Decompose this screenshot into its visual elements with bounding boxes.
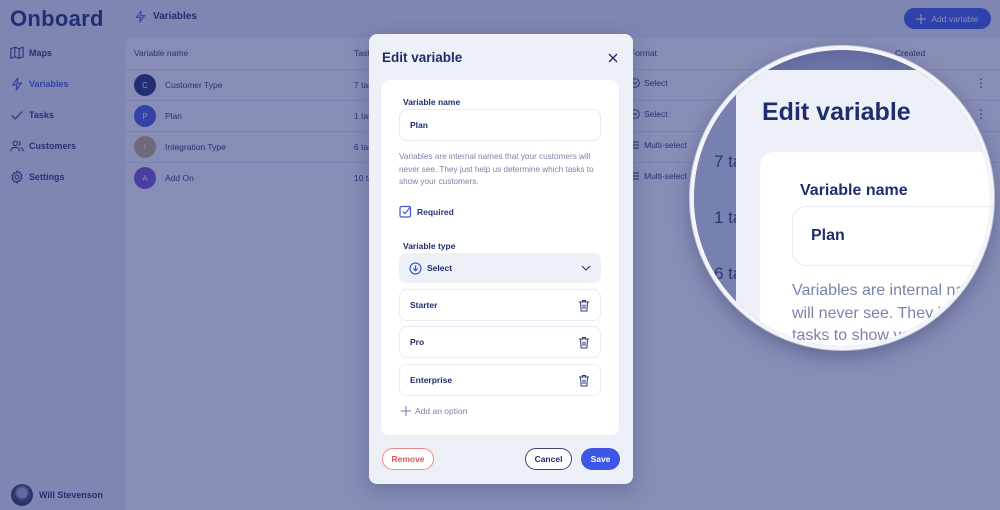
remove-button[interactable]: Remove [382, 448, 434, 470]
trash-icon[interactable] [578, 299, 590, 312]
modal-card: Variable name Plan Variables are interna… [381, 80, 619, 435]
magnified-help: Variables are internal na will never see… [792, 280, 990, 346]
option-item[interactable]: Pro [399, 326, 601, 358]
add-option-button[interactable]: Add an option [401, 406, 467, 416]
magnified-help-line: will never see. They j [792, 304, 942, 322]
required-label: Required [417, 206, 454, 217]
magnified-input: Plan [792, 206, 990, 266]
option-label: Pro [410, 337, 425, 347]
help-text: Variables are internal names that your c… [399, 152, 594, 186]
variable-type-label: Variable type [403, 241, 456, 251]
edit-variable-modal: Edit variable Variable name Plan Variabl… [369, 34, 633, 484]
magnified-help-line: Variables are internal na [792, 282, 965, 299]
trash-icon[interactable] [578, 374, 590, 387]
plus-icon [401, 406, 411, 416]
cancel-button[interactable]: Cancel [525, 448, 572, 470]
modal-title: Edit variable [382, 50, 463, 65]
close-icon[interactable] [607, 52, 619, 64]
variable-type-select[interactable]: Select [399, 253, 601, 283]
option-label: Enterprise [410, 375, 453, 385]
checkbox-checked-icon [399, 205, 412, 218]
variable-type-value: Select [427, 263, 453, 273]
option-label: Starter [410, 300, 438, 310]
add-option-label: Add an option [415, 406, 468, 416]
save-button[interactable]: Save [581, 448, 620, 470]
variable-name-label: Variable name [403, 97, 461, 107]
chevron-down-icon [581, 265, 591, 271]
variable-name-input[interactable]: Plan [399, 109, 601, 141]
magnified-label: Variable name [800, 182, 908, 199]
magnified-help-line: tasks to show yo [792, 327, 911, 344]
magnifier-lens: 7 ta 1 ta 6 ta Edit variable Variable na… [690, 46, 994, 350]
magnified-modal: Edit variable Variable name Plan Variabl… [736, 70, 990, 346]
option-item[interactable]: Enterprise [399, 364, 601, 396]
required-checkbox[interactable]: Required [399, 205, 454, 218]
option-item[interactable]: Starter [399, 289, 601, 321]
magnified-title: Edit variable [762, 98, 911, 126]
trash-icon[interactable] [578, 336, 590, 349]
select-circle-arrow-icon [409, 261, 422, 275]
magnified-card: Variable name Plan Variables are interna… [760, 152, 990, 346]
